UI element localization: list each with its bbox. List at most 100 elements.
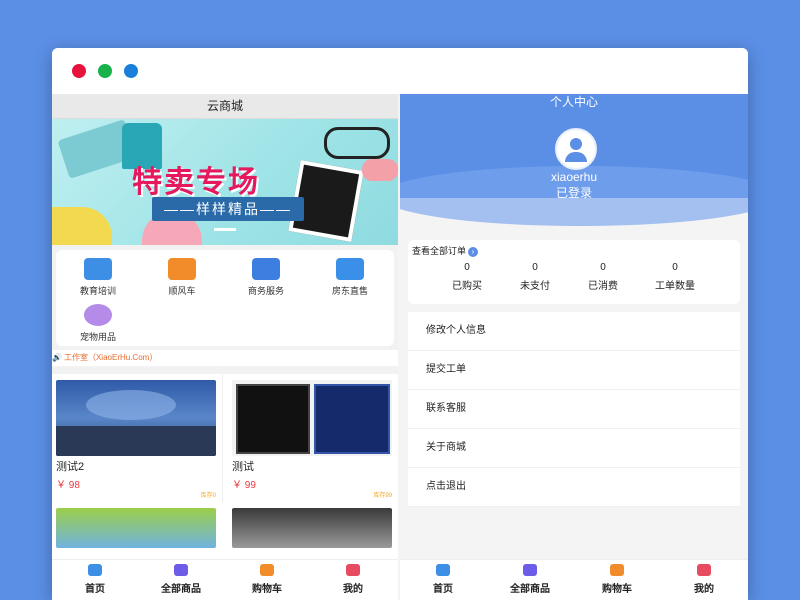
user-icon [346,564,360,576]
avatar-body [565,152,587,162]
image-detail [236,384,310,454]
product-card[interactable] [56,508,216,548]
menu-contact-support[interactable]: 联系客服 [408,390,740,429]
profile-menu: 修改个人信息 提交工单 联系客服 关于商城 点击退出 [408,312,740,507]
tab-label: 全部商品 [161,584,201,595]
image-detail [56,426,216,456]
product-price: ￥ 98 [56,480,80,491]
tab-label: 首页 [433,584,453,595]
product-image [56,380,216,456]
profile-screen: 个人中心 xiaoerhu 已登录 查看全部订单› 0 已购买 0 未支付 0 [400,94,748,600]
cart-icon [260,564,274,576]
product-image [232,380,392,456]
category-pet[interactable]: 宠物用品 [58,304,138,343]
browser-window: 云商城 特卖专场 ——样样精品—— 教育培训 顺风车 商务服务 房东直售 宠物用… [52,48,748,600]
category-grid: 教育培训 顺风车 商务服务 房东直售 宠物用品 [56,250,394,346]
notice-bar[interactable]: 🔊 工作室（XiaoErHu.Com） [52,350,398,366]
banner-subtitle: ——样样精品—— [152,197,304,221]
view-all-orders-link[interactable]: 查看全部订单 › [412,244,479,257]
category-education[interactable]: 教育培训 [58,258,138,297]
banner-title: 特卖专场 [132,166,260,199]
banner-decoration [52,207,112,245]
close-window-button[interactable] [72,64,86,78]
orders-link-label: 查看全部订单 [412,246,467,256]
category-business[interactable]: 商务服务 [226,258,306,297]
menu-about-shop[interactable]: 关于商城 [408,429,740,468]
stat-consumed[interactable]: 0 已消费 [568,262,638,292]
paw-icon [84,304,112,326]
divider [222,374,223,502]
banner-decoration [324,127,390,159]
stat-tickets[interactable]: 0 工单数量 [640,262,710,292]
tab-label: 购物车 [602,584,632,595]
menu-submit-ticket[interactable]: 提交工单 [408,351,740,390]
product-card[interactable] [232,508,392,548]
minimize-window-button[interactable] [98,64,112,78]
product-image [56,508,216,548]
tab-mine[interactable]: 我的 [310,564,396,595]
product-stock: 库存99 [373,493,392,499]
grid-icon [523,564,537,576]
tab-cart[interactable]: 购物车 [224,564,310,595]
maximize-window-button[interactable] [124,64,138,78]
product-image [232,508,392,548]
window-titlebar [52,48,748,95]
stat-purchased[interactable]: 0 已购买 [432,262,502,292]
login-status: 已登录 [555,186,592,200]
stat-unpaid[interactable]: 0 未支付 [500,262,570,292]
product-name: 测试2 [56,461,85,473]
category-rideshare[interactable]: 顺风车 [142,258,222,297]
promo-banner[interactable]: 特卖专场 ——样样精品—— [52,119,398,245]
page-title: 云商城 [52,94,398,119]
house-icon [336,258,364,280]
tab-label: 我的 [694,584,714,595]
tab-all-products[interactable]: 全部商品 [138,564,224,595]
stat-label: 未支付 [520,281,550,292]
profile-header: 个人中心 xiaoerhu 已登录 [400,94,748,226]
username: xiaoerhu [550,170,598,184]
category-label: 顺风车 [168,286,196,296]
tab-label: 首页 [85,584,105,595]
product-stock: 库存0 [200,493,216,499]
notice-text: 工作室（XiaoErHu.Com） [63,353,158,362]
tab-all-products[interactable]: 全部商品 [487,564,573,595]
category-label: 宠物用品 [79,332,116,342]
stat-label: 已购买 [452,281,482,292]
order-summary-card: 查看全部订单 › 0 已购买 0 未支付 0 已消费 0 工单数量 [408,240,740,304]
category-label: 房东直售 [331,286,368,296]
home-icon [88,564,102,576]
stat-label: 工单数量 [655,281,695,292]
product-card[interactable]: 测试2 ￥ 98 库存0 [56,380,216,499]
category-landlord[interactable]: 房东直售 [310,258,390,297]
page-title: 个人中心 [549,95,598,109]
avatar[interactable] [555,128,597,170]
banner-pager [214,228,236,231]
business-icon [252,258,280,280]
tab-home[interactable]: 首页 [52,564,138,595]
tab-label: 购物车 [252,584,282,595]
tab-home[interactable]: 首页 [400,564,486,595]
stat-value: 0 [672,262,678,273]
car-icon [168,258,196,280]
shop-home-screen: 云商城 特卖专场 ——样样精品—— 教育培训 顺风车 商务服务 房东直售 宠物用… [52,94,398,600]
user-icon [697,564,711,576]
menu-edit-profile[interactable]: 修改个人信息 [408,312,740,351]
product-price: ￥ 99 [232,480,256,491]
speaker-icon: 🔊 [52,353,62,362]
stat-value: 0 [600,262,606,273]
category-label: 教育培训 [79,286,116,296]
image-detail [86,390,176,420]
category-label: 商务服务 [247,286,284,296]
tab-mine[interactable]: 我的 [661,564,747,595]
stat-value: 0 [464,262,470,273]
stat-label: 已消费 [588,281,618,292]
banner-decoration [362,159,398,181]
product-card[interactable]: 测试 ￥ 99 库存99 [232,380,392,499]
grid-icon [174,564,188,576]
menu-logout[interactable]: 点击退出 [408,468,740,507]
avatar-head [570,138,582,150]
tab-cart[interactable]: 购物车 [574,564,660,595]
bottom-tab-bar: 首页 全部商品 购物车 我的 [52,559,398,600]
cart-icon [610,564,624,576]
bottom-tab-bar: 首页 全部商品 购物车 我的 [400,559,748,600]
